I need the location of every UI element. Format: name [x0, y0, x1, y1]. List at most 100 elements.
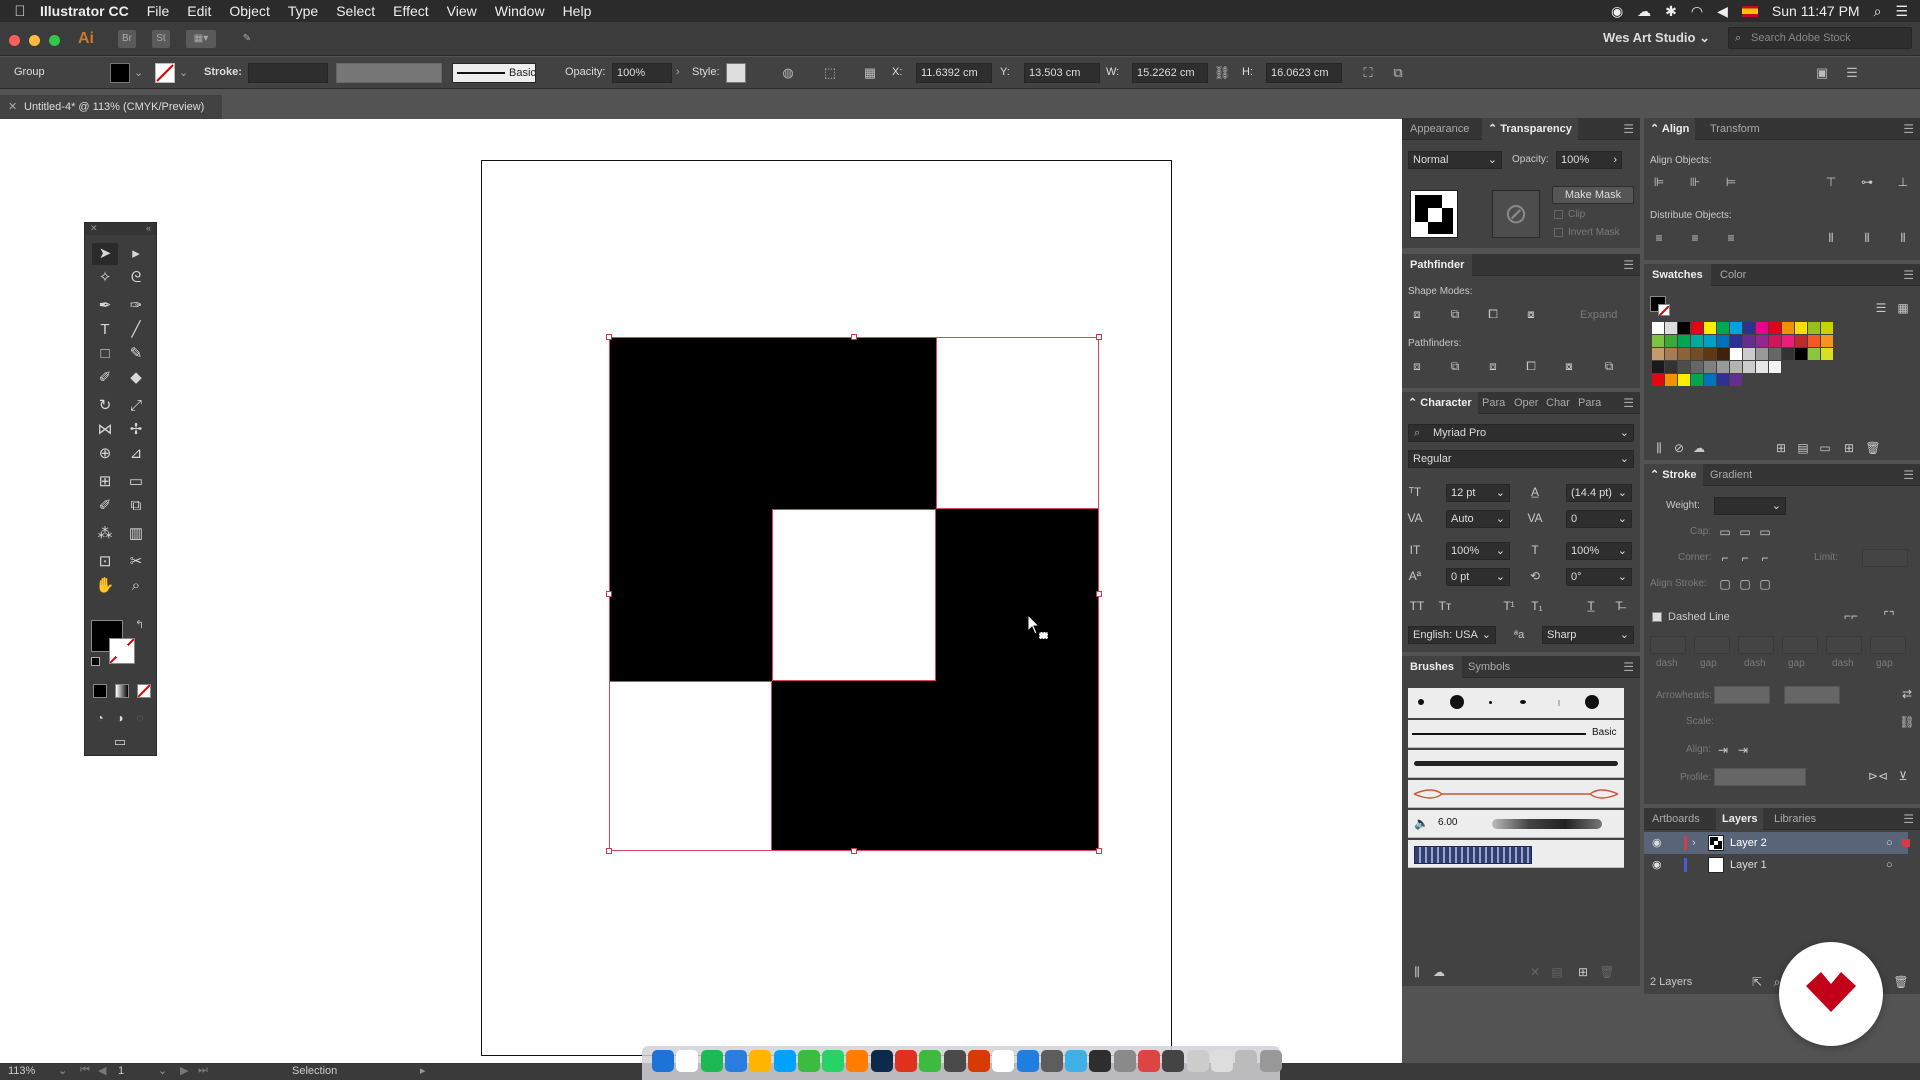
color-swatch[interactable]	[1821, 322, 1833, 334]
panel-menu-icon[interactable]: ☰	[1903, 122, 1914, 136]
files-icon[interactable]	[1186, 1050, 1209, 1072]
eraser-tool-icon[interactable]: ◆	[123, 367, 149, 389]
h-field[interactable]: 16.0623 cm	[1266, 63, 1342, 83]
tab-opentype[interactable]: Oper	[1514, 392, 1538, 414]
align-stroke-inside-icon[interactable]: ▢	[1736, 576, 1754, 592]
color-swatch[interactable]	[1821, 348, 1833, 360]
variable-width-profile[interactable]	[336, 63, 442, 83]
blend-mode-select[interactable]: Normal ⌄	[1408, 151, 1502, 169]
selection-tool-icon[interactable]: ➤	[92, 243, 118, 265]
panel-menu-icon[interactable]: ☰	[1623, 660, 1634, 674]
tools-panel-header[interactable]: ✕ «	[85, 223, 156, 235]
folder-icon[interactable]	[1235, 1050, 1258, 1072]
superscript-icon[interactable]: T¹	[1500, 598, 1518, 614]
pen-tool-icon[interactable]: ✒	[92, 295, 118, 317]
color-mode-icon[interactable]	[93, 684, 107, 698]
color-swatch[interactable]	[1795, 348, 1807, 360]
itunes-icon[interactable]	[676, 1050, 699, 1072]
selection-indicator[interactable]	[1902, 839, 1910, 847]
color-swatch[interactable]	[1743, 361, 1755, 373]
arrow-tip-beyond-icon[interactable]: ⇥	[1714, 742, 1732, 758]
bounding-handle-top[interactable]	[851, 334, 857, 340]
color-swatch[interactable]	[1743, 335, 1755, 347]
spotlight-icon[interactable]: ⌕	[1874, 3, 1882, 20]
zoom-window-button[interactable]	[49, 35, 60, 46]
link-icon[interactable]: ⛓	[1212, 63, 1232, 83]
minus-front-icon[interactable]: ⧉	[1446, 306, 1464, 322]
stroke-color-swatch[interactable]	[109, 638, 135, 664]
link-scale-icon[interactable]: ⛓	[1898, 714, 1916, 730]
dash-field[interactable]	[1650, 636, 1686, 654]
tab-artboards[interactable]: Artboards	[1652, 808, 1700, 830]
round-join-icon[interactable]: ⌐	[1736, 550, 1754, 566]
panel-menu-icon[interactable]: ☰	[1623, 396, 1634, 410]
color-swatch[interactable]	[1665, 374, 1677, 386]
record-icon[interactable]: ◉	[1611, 3, 1623, 20]
new-brush-icon[interactable]: ⊞	[1574, 964, 1592, 980]
curvature-tool-icon[interactable]: ✑	[123, 295, 149, 317]
gap-field[interactable]	[1782, 636, 1818, 654]
tracking-field[interactable]: 0 ⌄	[1566, 510, 1632, 528]
color-swatch[interactable]	[1821, 335, 1833, 347]
tab-color[interactable]: Color	[1720, 264, 1746, 286]
minus-back-icon[interactable]: ⧉	[1600, 358, 1618, 374]
target-icon[interactable]: ○	[1886, 854, 1893, 876]
shaper-tool-icon[interactable]: ✐	[92, 367, 118, 389]
color-swatch[interactable]	[1678, 322, 1690, 334]
puppet-warp-tool-icon[interactable]: ✢	[123, 419, 149, 441]
color-swatch[interactable]	[1652, 348, 1664, 360]
tab-brushes[interactable]: Brushes	[1402, 656, 1463, 678]
color-swatch[interactable]	[1756, 335, 1768, 347]
trim-icon[interactable]: ⧉	[1446, 358, 1464, 374]
flag-icon[interactable]	[1741, 5, 1758, 17]
tab-gradient[interactable]: Gradient	[1710, 464, 1752, 486]
libraries-panel-icon[interactable]: ☁	[1690, 440, 1708, 456]
safari-icon[interactable]	[724, 1050, 747, 1072]
bridge-button[interactable]: Br	[118, 30, 136, 48]
black-rect-bottom[interactable]	[772, 681, 1099, 851]
tab-paragraph[interactable]: Para	[1482, 392, 1505, 414]
intersect-icon[interactable]: ⧠	[1484, 306, 1502, 322]
merge-icon[interactable]: ⧈	[1484, 358, 1502, 374]
black-rect-right[interactable]	[936, 509, 1099, 681]
strikethrough-icon[interactable]: T̶	[1610, 598, 1628, 614]
next-artboard-icon[interactable]: ▶	[180, 1064, 188, 1077]
baseline-shift-field[interactable]: 0 pt ⌄	[1446, 568, 1510, 586]
minimize-window-button[interactable]	[29, 35, 40, 46]
slice-tool-icon[interactable]: ✂	[123, 551, 149, 573]
tab-appearance[interactable]: Appearance	[1410, 118, 1469, 140]
type-tool-icon[interactable]: T	[92, 319, 118, 341]
color-swatch[interactable]	[1756, 322, 1768, 334]
magic-wand-tool-icon[interactable]: ✧	[92, 267, 118, 289]
w-field[interactable]: 15.2262 cm	[1132, 63, 1208, 83]
tab-symbols[interactable]: Symbols	[1468, 656, 1510, 678]
align-top-icon[interactable]: ⊤	[1822, 174, 1840, 190]
distribute-right-icon[interactable]: ⫴	[1894, 230, 1912, 246]
color-swatch[interactable]	[1756, 348, 1768, 360]
subscript-icon[interactable]: T₁	[1528, 598, 1546, 614]
zoom-level[interactable]: 113%	[8, 1065, 35, 1077]
color-group-icon[interactable]: ▤	[1794, 440, 1812, 456]
miter-join-icon[interactable]: ⌐	[1716, 550, 1734, 566]
xcode-icon[interactable]	[1016, 1050, 1039, 1072]
cloud-icon[interactable]: ☁	[1637, 3, 1651, 20]
color-swatch[interactable]	[1704, 348, 1716, 360]
close-icon[interactable]: ✕	[90, 223, 98, 234]
color-swatch[interactable]	[1652, 374, 1664, 386]
preview-icon[interactable]	[1040, 1050, 1063, 1072]
character-rotation-field[interactable]: 0° ⌄	[1566, 568, 1632, 586]
align-to-icon[interactable]: ⬚	[820, 63, 840, 83]
thumbnail-view-icon[interactable]: ▦	[1894, 300, 1912, 316]
list-view-icon[interactable]: ☰	[1872, 300, 1890, 316]
divide-icon[interactable]: ⧈	[1408, 358, 1426, 374]
align-center-horizontal-icon[interactable]: ⊪	[1686, 174, 1704, 190]
gap-field[interactable]	[1694, 636, 1730, 654]
flip-along-icon[interactable]: ⊳⊲	[1868, 768, 1888, 784]
black-rect-top[interactable]	[609, 337, 936, 509]
tab-transform[interactable]: Transform	[1710, 118, 1760, 140]
bounding-handle-right[interactable]	[1096, 591, 1102, 597]
small-caps-icon[interactable]: Tт	[1436, 598, 1454, 614]
hand-tool-icon[interactable]: ✋	[92, 575, 118, 597]
panel-menu-icon[interactable]: ☰	[1623, 122, 1634, 136]
brush-pattern[interactable]	[1408, 840, 1624, 868]
